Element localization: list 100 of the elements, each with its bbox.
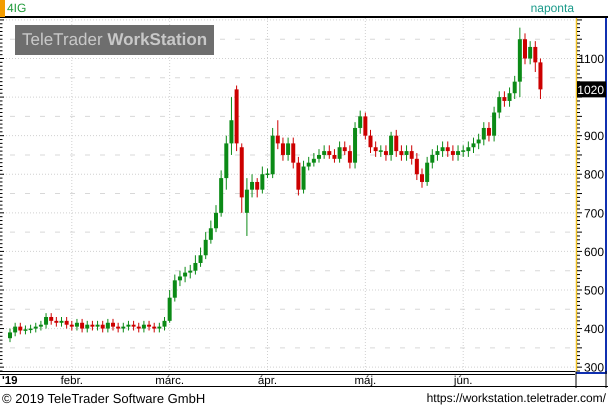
candlestick xyxy=(342,140,347,156)
candlestick xyxy=(204,232,208,260)
candlestick xyxy=(404,144,409,162)
candlestick xyxy=(168,289,172,324)
candlestick xyxy=(116,322,120,333)
candlestick xyxy=(363,112,368,140)
candlestick xyxy=(38,320,43,331)
candlestick xyxy=(497,90,502,119)
candlestick xyxy=(255,178,260,198)
candlestick xyxy=(450,144,455,162)
candlestick xyxy=(394,129,398,158)
candlestick xyxy=(472,137,476,154)
candlestick xyxy=(446,140,450,158)
candlestick xyxy=(188,264,192,279)
candlestick xyxy=(420,168,424,188)
candlestick xyxy=(136,322,141,333)
candlestick xyxy=(286,137,290,162)
candlestick xyxy=(332,148,336,164)
website-link[interactable]: https://workstation.teletrader.com/ xyxy=(426,391,606,405)
candlestick xyxy=(64,316,69,330)
candlestick xyxy=(162,316,166,331)
candlestick xyxy=(214,204,218,233)
candlestick xyxy=(229,96,234,156)
month-label: febr. xyxy=(60,375,83,387)
month-label: márc. xyxy=(155,375,184,387)
candlestick xyxy=(482,122,486,146)
candlestick xyxy=(244,178,249,236)
candlestick xyxy=(492,106,496,142)
candlestick xyxy=(430,148,434,169)
candlestick xyxy=(18,322,22,335)
symbol-label: 4IG xyxy=(7,1,26,15)
candlestick xyxy=(142,320,146,333)
candlestick xyxy=(60,316,64,328)
candlestick xyxy=(147,320,152,331)
month-label: '19 xyxy=(2,375,18,387)
candlestick xyxy=(208,220,213,244)
candlestick xyxy=(374,140,378,158)
candlestick xyxy=(280,137,285,162)
price-label: 700 xyxy=(584,206,604,220)
candlestick xyxy=(358,110,362,134)
candlestick xyxy=(378,144,383,158)
candlestick xyxy=(157,322,162,333)
series-marker xyxy=(0,0,5,17)
price-label: 900 xyxy=(584,129,604,144)
candlestick xyxy=(54,316,58,328)
month-label: máj. xyxy=(354,375,376,387)
candlestick xyxy=(435,144,440,162)
candlestick xyxy=(74,318,79,331)
candlestick xyxy=(476,133,481,150)
price-label: 1100 xyxy=(578,52,604,66)
candlestick xyxy=(80,318,84,333)
candlestick xyxy=(338,140,342,164)
candlestick xyxy=(70,320,74,331)
candlestick xyxy=(34,322,38,333)
candlestick xyxy=(100,320,105,333)
candlestick xyxy=(250,174,254,198)
candlestick xyxy=(410,144,414,166)
candlestick xyxy=(172,274,177,302)
candlestick xyxy=(312,152,316,168)
candlestick xyxy=(306,156,311,171)
candlestick xyxy=(183,266,188,283)
candlestick xyxy=(302,160,306,194)
app-logo: TeleTrader WorkStation xyxy=(15,25,214,55)
last-price-badge: 1020 xyxy=(577,81,606,98)
candlestick xyxy=(132,320,136,331)
candlestick xyxy=(528,40,532,65)
price-label: 400 xyxy=(584,322,604,336)
month-label: jún. xyxy=(454,375,472,387)
candlestick xyxy=(193,254,198,276)
price-label: 800 xyxy=(584,168,604,182)
candlestick xyxy=(327,144,332,160)
candlestick xyxy=(440,140,445,158)
candlestick xyxy=(178,270,182,287)
candlestick xyxy=(502,90,506,108)
copyright-text: © 2019 TeleTrader Software GmbH xyxy=(2,390,206,406)
candlestick xyxy=(90,320,94,331)
candlestick xyxy=(276,120,280,150)
candlestick xyxy=(348,144,352,169)
candlestick xyxy=(399,144,404,162)
candlestick xyxy=(198,247,203,268)
candlestick xyxy=(523,32,527,65)
candlestick xyxy=(13,322,18,337)
candlestick xyxy=(291,137,296,169)
candlestick xyxy=(414,152,419,181)
candlestick xyxy=(8,328,12,343)
candlestick xyxy=(49,312,54,326)
candlestick xyxy=(384,144,388,162)
candlestick xyxy=(512,75,517,100)
candlestick xyxy=(389,131,394,162)
candlestick xyxy=(317,148,321,164)
month-label: ápr. xyxy=(258,375,278,387)
price-label: 300 xyxy=(584,360,604,375)
candlestick xyxy=(322,144,326,160)
candlestick xyxy=(111,318,115,331)
candlestick xyxy=(508,86,512,108)
candlestick xyxy=(368,129,372,154)
candlestick xyxy=(121,322,126,333)
candlestick xyxy=(533,40,538,73)
price-label: 500 xyxy=(584,283,604,298)
candlestick xyxy=(44,312,48,330)
